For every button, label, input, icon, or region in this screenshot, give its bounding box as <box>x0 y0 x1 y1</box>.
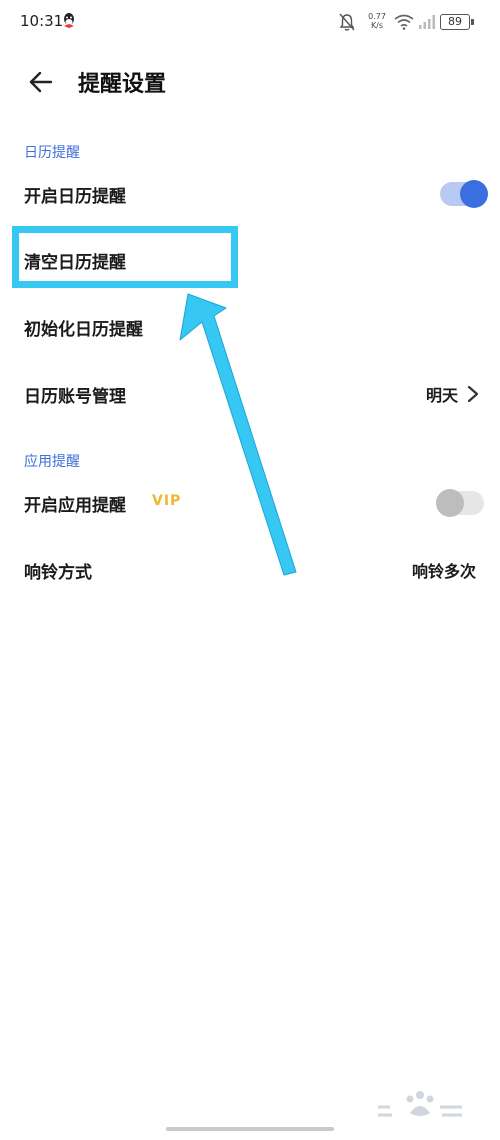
calendar-reminder-toggle[interactable] <box>440 180 488 208</box>
section-title-app: 应用提醒 <box>24 454 80 470</box>
app-reminder-toggle[interactable] <box>436 489 484 517</box>
row-value: 响铃多次 <box>411 562 476 581</box>
row-label: 初始化日历提醒 <box>24 320 143 340</box>
battery-indicator: 89 <box>440 14 474 30</box>
network-speed: 0.77 K/s <box>363 12 391 30</box>
toggle-knob <box>460 180 488 208</box>
row-ring-mode[interactable]: 响铃方式 响铃多次 <box>0 542 500 598</box>
page-title: 提醒设置 <box>78 72 167 97</box>
row-label: 开启日历提醒 <box>24 187 126 207</box>
bell-muted-icon <box>339 13 355 31</box>
back-arrow-icon[interactable] <box>28 69 54 95</box>
row-value: 明天 <box>425 386 458 405</box>
row-label: 日历账号管理 <box>24 387 126 407</box>
qq-icon <box>64 13 74 28</box>
row-init-calendar-reminder[interactable]: 初始化日历提醒 <box>0 299 500 355</box>
baidu-watermark-logo <box>378 1091 462 1117</box>
status-time: 10:31 <box>20 12 64 30</box>
section-title-calendar: 日历提醒 <box>24 145 80 161</box>
row-enable-calendar-reminder[interactable]: 开启日历提醒 <box>0 166 500 222</box>
network-speed-unit: K/s <box>370 21 384 30</box>
chevron-right-icon <box>467 385 479 403</box>
row-enable-app-reminder[interactable]: 开启应用提醒 VIP <box>0 475 500 531</box>
header: 提醒设置 <box>0 60 500 106</box>
vip-badge: VIP <box>152 493 182 509</box>
signal-icon <box>419 15 435 29</box>
status-bar: 10:31 0.77 K/s 89 <box>0 0 500 44</box>
row-label: 开启应用提醒 <box>24 496 126 516</box>
wifi-icon <box>394 14 414 30</box>
row-calendar-account-management[interactable]: 日历账号管理 明天 <box>0 366 500 422</box>
network-speed-value: 0.77 <box>368 12 386 21</box>
highlight-box <box>12 226 238 288</box>
home-indicator[interactable] <box>166 1127 334 1131</box>
toggle-knob <box>436 489 464 517</box>
row-label: 响铃方式 <box>24 563 92 583</box>
